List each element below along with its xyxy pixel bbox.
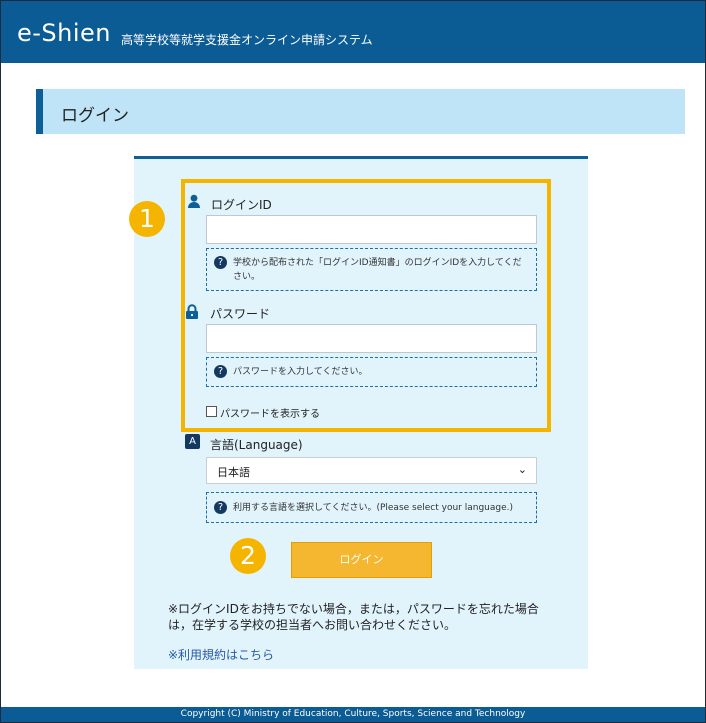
password-label: パスワード (210, 307, 271, 321)
language-help-text: 利用する言語を選択してください。(Please select your lang… (233, 503, 514, 513)
terms-link[interactable]: ※利用規約はこちら (168, 646, 274, 663)
chevron-down-icon: ⌄ (517, 463, 527, 476)
help-icon: ? (214, 256, 227, 269)
login-button[interactable]: ログイン (291, 542, 432, 578)
app-header: e-Shien 高等学校等就学支援金オンライン申請システム (1, 1, 705, 63)
show-password-checkbox[interactable] (206, 406, 217, 417)
login-id-help-text: 学校から配布された「ログインID通知書」のログインIDを入力してください。 (233, 258, 522, 282)
language-icon: A (185, 434, 200, 449)
copyright-footer: Copyright (C) Ministry of Education, Cul… (1, 707, 705, 722)
lock-icon (186, 304, 198, 319)
language-help: ? 利用する言語を選択してください。(Please select your la… (206, 492, 537, 523)
language-selected: 日本語 (217, 466, 250, 479)
login-notice: ※ログインIDをお持ちでない場合，または，パスワードを忘れた場合は，在学する学校… (168, 602, 539, 632)
password-help: ? パスワードを入力してください。 (206, 357, 537, 387)
system-name: 高等学校等就学支援金オンライン申請システム (121, 33, 373, 47)
login-id-input[interactable] (206, 215, 537, 244)
help-icon: ? (214, 365, 227, 378)
annotation-badge-2: 2 (230, 538, 266, 574)
show-password-label[interactable]: パスワードを表示する (220, 405, 320, 420)
page-frame: e-Shien 高等学校等就学支援金オンライン申請システム ログイン 1 2 ロ… (0, 0, 706, 723)
language-label: 言語(Language) (210, 438, 303, 452)
page-title-bar: ログイン (36, 89, 685, 134)
login-id-label: ログインID (211, 198, 272, 212)
help-icon: ? (214, 501, 227, 514)
password-help-text: パスワードを入力してください。 (233, 367, 368, 377)
brand-logo: e-Shien (17, 19, 112, 47)
language-select[interactable]: 日本語 ⌄ (206, 457, 537, 484)
user-icon (188, 194, 200, 208)
annotation-badge-1: 1 (129, 201, 165, 237)
password-input[interactable] (206, 324, 537, 353)
page-title: ログイン (61, 106, 129, 126)
login-id-help: ? 学校から配布された「ログインID通知書」のログインIDを入力してください。 (206, 248, 537, 291)
